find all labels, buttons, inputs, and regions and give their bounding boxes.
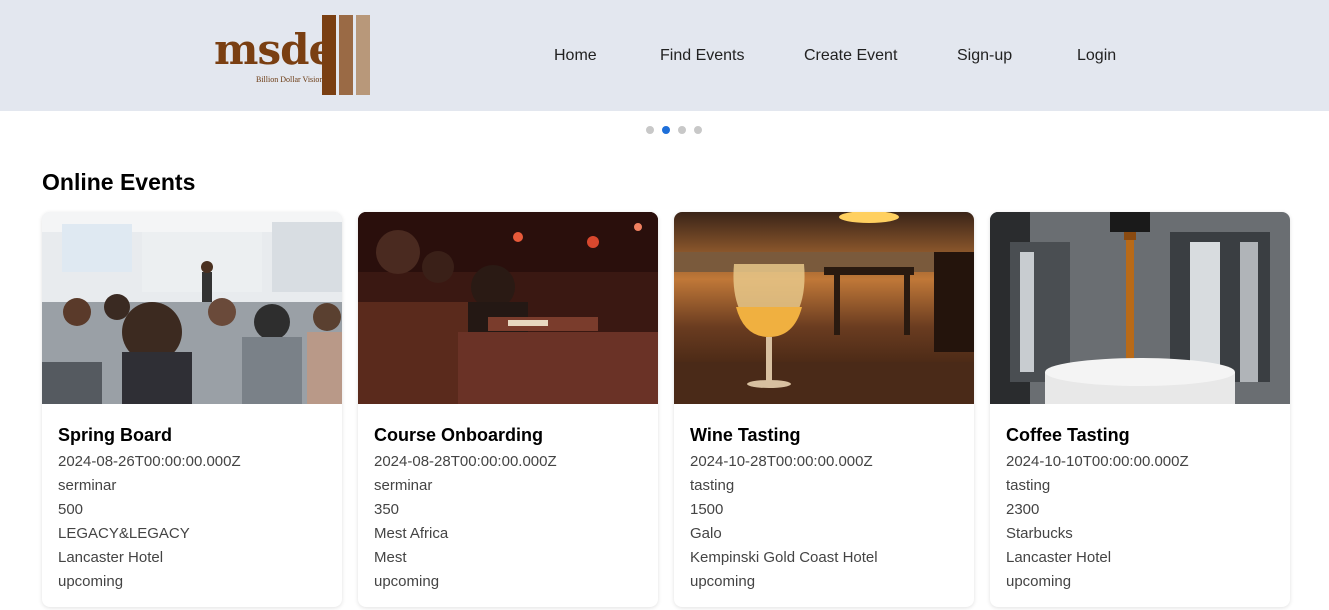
espresso-machine-photo xyxy=(990,212,1290,404)
carousel-dot[interactable] xyxy=(678,126,686,134)
event-card[interactable]: Coffee Tasting 2024-10-10T00:00:00.000Z … xyxy=(990,212,1290,607)
event-card-body: Coffee Tasting 2024-10-10T00:00:00.000Z … xyxy=(1006,424,1276,594)
event-status: upcoming xyxy=(690,573,756,590)
event-title: Course Onboarding xyxy=(374,425,544,445)
event-card-body: Spring Board 2024-08-26T00:00:00.000Z se… xyxy=(58,424,328,594)
event-date: 2024-08-28T00:00:00.000Z xyxy=(374,453,557,470)
seminar-audience-photo xyxy=(42,212,342,404)
event-price: 2300 xyxy=(1006,501,1040,518)
main-nav: Home Find Events Create Event Sign-up Lo… xyxy=(0,46,1329,66)
event-category: serminar xyxy=(58,477,117,494)
nav-find-events-link[interactable]: Find Events xyxy=(660,46,744,66)
event-title: Wine Tasting xyxy=(690,425,801,445)
event-venue: Lancaster Hotel xyxy=(58,549,164,566)
lecture-hall-photo xyxy=(358,212,658,404)
carousel-dot-active[interactable] xyxy=(662,126,670,134)
event-card-body: Course Onboarding 2024-08-28T00:00:00.00… xyxy=(374,424,644,594)
event-card[interactable]: Spring Board 2024-08-26T00:00:00.000Z se… xyxy=(42,212,342,607)
event-status: upcoming xyxy=(1006,573,1072,590)
section-title: Online Events xyxy=(42,169,196,195)
event-organizer: Galo xyxy=(690,525,722,542)
nav-create-event-link[interactable]: Create Event xyxy=(804,46,897,66)
event-price: 1500 xyxy=(690,501,724,518)
event-card[interactable]: Wine Tasting 2024-10-28T00:00:00.000Z ta… xyxy=(674,212,974,607)
event-category: serminar xyxy=(374,477,433,494)
nav-home-link[interactable]: Home xyxy=(554,46,597,66)
nav-login-link[interactable]: Login xyxy=(1077,46,1116,66)
carousel-dot[interactable] xyxy=(646,126,654,134)
event-organizer: Starbucks xyxy=(1006,525,1073,542)
event-venue: Mest xyxy=(374,549,407,566)
event-title: Spring Board xyxy=(58,425,173,445)
event-card-body: Wine Tasting 2024-10-28T00:00:00.000Z ta… xyxy=(690,424,960,594)
event-price: 500 xyxy=(58,501,84,518)
event-date: 2024-08-26T00:00:00.000Z xyxy=(58,453,241,470)
event-status: upcoming xyxy=(374,573,440,590)
event-category: tasting xyxy=(1006,477,1051,494)
event-organizer: Mest Africa xyxy=(374,525,449,542)
event-status: upcoming xyxy=(58,573,124,590)
event-date: 2024-10-10T00:00:00.000Z xyxy=(1006,453,1189,470)
wine-glass-sunset-photo xyxy=(674,212,974,404)
event-organizer: LEGACY&LEGACY xyxy=(58,525,190,542)
event-date: 2024-10-28T00:00:00.000Z xyxy=(690,453,873,470)
logo-tagline: Billion Dollar Vision xyxy=(256,75,324,84)
nav-sign-up-link[interactable]: Sign-up xyxy=(957,46,1012,66)
carousel-dot[interactable] xyxy=(694,126,702,134)
event-price: 350 xyxy=(374,501,400,518)
event-card[interactable]: Course Onboarding 2024-08-28T00:00:00.00… xyxy=(358,212,658,607)
site-header: msde Billion Dollar Vision Home Find Eve… xyxy=(0,0,1329,111)
event-venue: Lancaster Hotel xyxy=(1006,549,1112,566)
event-venue: Kempinski Gold Coast Hotel xyxy=(690,549,878,566)
event-category: tasting xyxy=(690,477,735,494)
event-title: Coffee Tasting xyxy=(1006,425,1130,445)
